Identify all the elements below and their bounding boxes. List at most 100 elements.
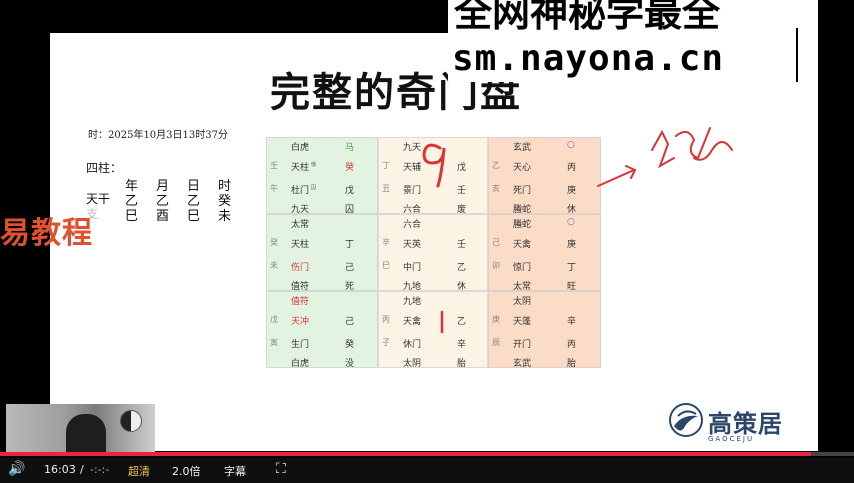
palace-cell: 白虎马壬天柱惊癸午杜门囚戊九天囚 [266, 137, 378, 215]
palace-gan-text: 戊 [457, 163, 467, 173]
palace-gan-text: 辛 [457, 340, 467, 350]
palace-main-text: 生门 [291, 340, 310, 350]
palace-cell: 六合辛天英壬巳中门乙九地休 [378, 214, 488, 292]
palace-main-text: 天禽 [403, 317, 422, 327]
palace-side-char: 丁 [382, 161, 390, 170]
palace-side-char: 午 [270, 184, 278, 193]
palace-side-char: 壬 [270, 161, 278, 170]
palace-side-char: 卯 [492, 261, 500, 270]
palace-main-text: 天心 [513, 163, 532, 173]
palace-side-char: 癸 [270, 238, 278, 247]
palace-side-char: 丑 [382, 184, 390, 193]
palace-main-text: 伤门 [291, 263, 310, 273]
palace-main-text: 白虎 [291, 143, 310, 153]
webcam-overlay [6, 404, 155, 456]
palace-gan-text: 辛 [567, 317, 577, 327]
palace-main-text: 玄武 [513, 143, 532, 153]
palace-gan-text: 丁 [567, 263, 577, 273]
quality-button[interactable]: 超清 [128, 463, 150, 479]
palace-gan-text: 己 [345, 317, 355, 327]
palace-main-text: 开门 [513, 340, 532, 350]
palace-gan-text: 癸 [345, 340, 355, 350]
palace-main-text: 白虎 [291, 359, 310, 369]
dizhi-row: 支 巳 酉 巳 未 [86, 205, 240, 224]
palace-main-text: 玄武 [513, 359, 532, 369]
palace-side-char: 寅 [270, 338, 278, 347]
time-separator: / [80, 463, 84, 476]
palace-side-char: 己 [492, 238, 500, 247]
total-time: -:-:- [90, 463, 110, 476]
progress-bar[interactable] [0, 452, 854, 456]
progress-fill [0, 452, 812, 456]
palace-sub-text: 惊 [311, 162, 317, 168]
palace-cell: 太常癸天柱丁未伤门己值符死 [266, 214, 378, 292]
palace-cell: 九地丙 天禽 乙子 休门 辛太阴 胎 [378, 291, 488, 369]
logo-subtext: GAOCEJU [708, 435, 755, 443]
palace-side-char: 辰 [492, 338, 500, 347]
palace-main-text: 天柱 [291, 240, 310, 250]
palace-side-char: 未 [270, 261, 278, 270]
dizhi-cell: 酉 [155, 209, 169, 224]
palace-main-text: 六合 [403, 220, 422, 230]
palace-gan-text: 癸 [345, 163, 355, 173]
palace-main-text: 天辅 [403, 163, 422, 173]
dizhi-cell: 巳 [186, 209, 200, 224]
palace-gan-text: 乙 [457, 317, 467, 327]
palace-main-text: 螣蛇 [513, 220, 532, 230]
palace-main-text: 九地 [403, 297, 422, 307]
yin-yang-icon [120, 410, 142, 432]
palace-main-text: 天蓬 [513, 317, 532, 327]
palace-gan-text: 戊 [345, 186, 355, 196]
chart-time: 时：2025年10月3日13时37分 [88, 130, 228, 141]
palace-side-char: 乙 [492, 161, 500, 170]
palace-gan-text: 乙 [457, 263, 467, 273]
palace-main-text: 景门 [403, 186, 422, 196]
logo-text: 高策居 [708, 409, 783, 438]
palace-gan-text: 胎 [457, 359, 467, 369]
palace-main-text: 值符 [291, 297, 310, 307]
video-player[interactable]: 完整的奇门盘 时：2025年10月3日13时37分 四柱： 年 月 日 时 天干… [0, 0, 854, 483]
watermark-text: 全网神秘学最全 [454, 0, 721, 35]
palace-side-char: 辛 [382, 238, 390, 247]
palace-gan-text: 马 [345, 143, 355, 153]
palace-main-text: 天英 [403, 240, 422, 250]
palace-gan-text: 己 [345, 263, 355, 273]
palace-main-text: 死门 [513, 186, 532, 196]
palace-side-char: 子 [382, 338, 390, 347]
palace-gan-text: 没 [345, 359, 355, 369]
palace-cell: 值符戊 天冲 己寅 生门 癸白虎 没 [266, 291, 378, 369]
palace-cell: 玄武 ○ 乙天心丙亥死门庚螣蛇休 [488, 137, 601, 215]
palace-gan-text: ○ [567, 140, 575, 150]
palace-gan-text: 壬 [457, 186, 467, 196]
palace-sub-text: 囚 [311, 185, 317, 191]
palace-gan-text: 庚 [567, 240, 577, 250]
palace-main-text: 中门 [403, 263, 422, 273]
subtitles-button[interactable]: 字幕 [224, 463, 246, 479]
palace-main-text: 惊门 [513, 263, 532, 273]
palace-gan-text: 胎 [567, 359, 577, 369]
palace-main-text: 太阴 [513, 297, 532, 307]
palace-gan-text: 庚 [567, 186, 577, 196]
text-cursor [796, 28, 798, 82]
current-time: 16:03 [44, 463, 76, 476]
dizhi-cell: 未 [217, 209, 231, 224]
palace-main-text: 天冲 [291, 317, 310, 327]
watermark-url: sm.nayona.cn [452, 38, 725, 79]
palace-main-text: 杜门 [291, 186, 310, 196]
four-pillars-label: 四柱： [86, 161, 123, 175]
palace-cell: 螣蛇 ○ 己天禽庚卯惊门丁太常旺 [488, 214, 601, 292]
speed-button[interactable]: 2.0倍 [172, 463, 201, 479]
palace-main-text: 天柱 [291, 163, 310, 173]
palace-side-char: 庚 [492, 315, 500, 324]
volume-icon[interactable]: 🔊 [8, 461, 25, 477]
palace-gan-text: ○ [567, 217, 575, 227]
palace-main-text: 太常 [291, 220, 310, 230]
palace-side-char: 戊 [270, 315, 278, 324]
dizhi-cell: 巳 [124, 209, 138, 224]
palace-main-text: 休门 [403, 340, 422, 350]
fullscreen-icon[interactable]: ⛶ [276, 461, 286, 477]
palace-cell: 太阴庚 天蓬 辛辰 开门 丙玄武 胎 [488, 291, 601, 369]
qimen-chart-grid: 白虎马壬天柱惊癸午杜门囚戊九天囚九天丁天辅戊丑景门壬六合废玄武 ○ 乙天心丙亥死门庚… [266, 137, 601, 369]
presenter [66, 414, 106, 456]
palace-gan-text: 丁 [345, 240, 355, 250]
